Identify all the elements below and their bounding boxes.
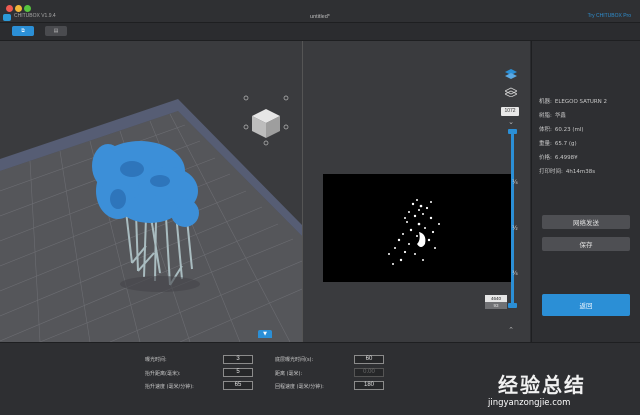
slider-tick-three-quarter: ¾ xyxy=(512,270,518,277)
bottom-exposure-input[interactable]: 60 xyxy=(354,355,384,364)
layer-slider[interactable] xyxy=(511,133,514,307)
slice-image xyxy=(323,174,511,282)
close-window-button[interactable] xyxy=(6,5,13,12)
slider-tick-quarter: ¼ xyxy=(512,179,518,186)
current-layer-label: 4640 xyxy=(485,295,507,302)
retract-speed-input[interactable]: 180 xyxy=(354,381,384,390)
slider-tick-half: ½ xyxy=(512,225,518,232)
exposure-time-input[interactable]: 3 xyxy=(223,355,253,364)
watermark-url: jingyanzongjie.com xyxy=(488,398,571,408)
info-row-price: 价格: 6.4998¥ xyxy=(539,155,578,161)
info-row-volume: 体积: 60.23 (ml) xyxy=(539,127,584,133)
try-pro-link[interactable]: Try CHITUBOX Pro xyxy=(588,13,631,19)
param-label-lift-distance: 抬升距离(毫米): xyxy=(145,371,181,377)
network-send-button[interactable]: 网络发送 xyxy=(542,215,630,229)
watermark: 经验总结 jingyanzongjie.com xyxy=(488,369,638,413)
view-eye-icon xyxy=(283,95,289,101)
slider-bottom-handle[interactable] xyxy=(508,303,517,308)
view-bottom-icon xyxy=(263,140,269,146)
slice-preview-panel: 1072 ⌄ ¼ ½ ¾ 4640 93 ⌃ xyxy=(302,41,530,342)
info-row-weight: 重量: 65.7 (g) xyxy=(539,141,577,147)
param-label-lift-speed: 抬升速度 (毫米/分钟): xyxy=(145,384,194,390)
slice-view-button[interactable]: ▤ xyxy=(45,26,67,36)
watermark-brand: 经验总结 xyxy=(498,373,586,397)
print-info-panel: 机器: ELEGOO SATURN 2 树脂: 华鑫 体积: 60.23 (ml) 重… xyxy=(531,41,640,342)
slice-layers-icon[interactable] xyxy=(505,87,517,97)
view-top-icon xyxy=(243,95,249,101)
distance-input: 0.00 xyxy=(354,368,384,377)
layer-number-input[interactable]: 1072 xyxy=(501,107,519,116)
minimize-window-button[interactable] xyxy=(15,5,22,12)
layers-stack-icon[interactable] xyxy=(505,69,517,79)
model-shadow xyxy=(120,276,200,292)
lift-distance-input[interactable]: 5 xyxy=(223,368,253,377)
view-left-icon xyxy=(243,124,249,130)
info-row-machine: 机器: ELEGOO SATURN 2 xyxy=(539,99,608,105)
collapse-panel-button[interactable]: ▼ xyxy=(258,330,272,338)
build-plate-scene xyxy=(0,95,302,342)
param-label-retract-speed: 回程速度 (毫米/分钟): xyxy=(275,384,324,390)
param-label-bottom-exposure: 底层曝光时间(s): xyxy=(275,357,314,363)
lift-speed-input[interactable]: 65 xyxy=(223,381,253,390)
title-bar: CHITUBOX V1.9.4 untitled* Try CHITUBOX P… xyxy=(0,0,640,23)
slice-cross-section xyxy=(388,199,440,265)
view-cube[interactable] xyxy=(243,95,289,146)
save-button[interactable]: 保存 xyxy=(542,237,630,251)
layers-view-button[interactable]: ⧉ xyxy=(12,26,34,36)
param-label-exposure: 曝光时间: xyxy=(145,357,167,363)
layers-view-icon: ⧉ xyxy=(21,28,25,34)
view-right-icon xyxy=(283,124,289,130)
document-title: untitled* xyxy=(310,14,330,20)
param-label-distance: 距离 (毫米): xyxy=(275,371,303,377)
toolbar: ⧉ ▤ xyxy=(0,23,640,41)
layer-up-chevron-icon[interactable]: ⌃ xyxy=(506,327,516,334)
model-viewport[interactable] xyxy=(0,41,302,342)
zoom-window-button[interactable] xyxy=(24,5,31,12)
layer-down-chevron-icon[interactable]: ⌄ xyxy=(506,119,516,126)
info-row-resin: 树脂: 华鑫 xyxy=(539,113,566,119)
min-layer-label: 93 xyxy=(485,302,507,309)
chevron-down-icon: ▼ xyxy=(263,331,267,337)
back-button[interactable]: 返回 xyxy=(542,294,630,316)
info-row-print-time: 打印时间: 4h14m38s xyxy=(539,169,596,175)
slice-view-icon: ▤ xyxy=(53,28,59,34)
